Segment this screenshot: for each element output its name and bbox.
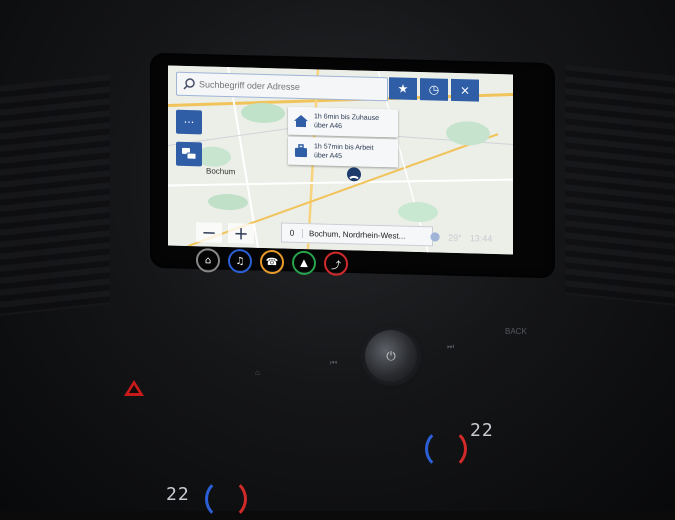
clock-icon: ◷ <box>428 82 440 97</box>
current-address: Bochum, Nordrhein-West... <box>309 228 406 241</box>
left-climate-dial[interactable] <box>205 478 247 520</box>
traffic-button[interactable] <box>176 141 202 167</box>
favorites-button[interactable]: ★ <box>389 77 417 101</box>
clock-time: 13:44 <box>469 232 493 244</box>
left-temperature-display: 22 <box>166 484 190 505</box>
star-icon: ★ <box>397 81 409 96</box>
app-tray: ⌂ ♫ ☎ ▲ ⤴ <box>196 248 348 276</box>
history-button[interactable]: ◷ <box>420 78 448 101</box>
search-input[interactable] <box>197 78 381 96</box>
search-icon <box>183 78 195 90</box>
zoom-in-button[interactable]: + <box>228 223 254 244</box>
current-location-bar[interactable]: 0 Bochum, Nordrhein-West... <box>281 222 433 247</box>
volume-power-knob[interactable]: ⏻ <box>365 330 417 382</box>
onstar-app-button[interactable]: ⤴ <box>324 251 348 276</box>
more-options-button[interactable]: ··· <box>176 109 202 135</box>
route-work-via: über A45 <box>314 152 343 161</box>
home-hard-button[interactable]: ⌂ <box>255 368 260 377</box>
close-icon: × <box>459 83 471 98</box>
route-arrow-icon: ⤴ <box>331 260 341 272</box>
home-app-button[interactable]: ⌂ <box>196 248 220 273</box>
back-button[interactable]: BACK <box>505 327 527 336</box>
phone-app-button[interactable]: ☎ <box>260 249 284 275</box>
music-note-icon: ♫ <box>235 255 245 267</box>
location-pin-icon: ⬤ <box>430 231 441 242</box>
phone-icon: ☎ <box>265 256 279 268</box>
audio-app-button[interactable]: ♫ <box>228 248 252 274</box>
map-city-label: Bochum <box>206 166 236 177</box>
briefcase-icon <box>295 144 307 158</box>
zoom-out-button[interactable]: − <box>196 222 222 243</box>
left-air-vent <box>0 74 110 316</box>
traffic-icon <box>182 147 197 160</box>
home-app-icon: ⌂ <box>204 254 212 266</box>
home-icon <box>294 114 308 128</box>
prev-track-button[interactable]: ⏮ <box>330 358 337 368</box>
next-track-button[interactable]: ⏭ <box>447 342 454 352</box>
right-temperature-display: 22 <box>470 420 494 441</box>
infotainment-screen: ★ ◷ × ··· 1h 6min bis Zuhause über A46 1… <box>168 65 513 255</box>
route-home-via: über A46 <box>314 122 343 131</box>
hazard-warning-button[interactable] <box>124 380 144 396</box>
close-button[interactable]: × <box>451 78 479 102</box>
route-card-work[interactable]: 1h 57min bis Arbeit über A45 <box>288 136 398 168</box>
navigation-app-button[interactable]: ▲ <box>292 250 316 276</box>
power-icon: ⏻ <box>386 348 396 363</box>
right-air-vent <box>565 64 675 306</box>
right-climate-dial[interactable] <box>425 428 467 470</box>
route-card-home[interactable]: 1h 6min bis Zuhause über A46 <box>288 106 398 138</box>
outside-temperature: 29° <box>448 232 462 243</box>
location-count: 0 <box>282 227 303 238</box>
status-bar: ⬤ 29° 13:44 <box>430 231 492 244</box>
more-icon: ··· <box>183 115 195 129</box>
navigation-arrow-icon: ▲ <box>300 257 308 269</box>
